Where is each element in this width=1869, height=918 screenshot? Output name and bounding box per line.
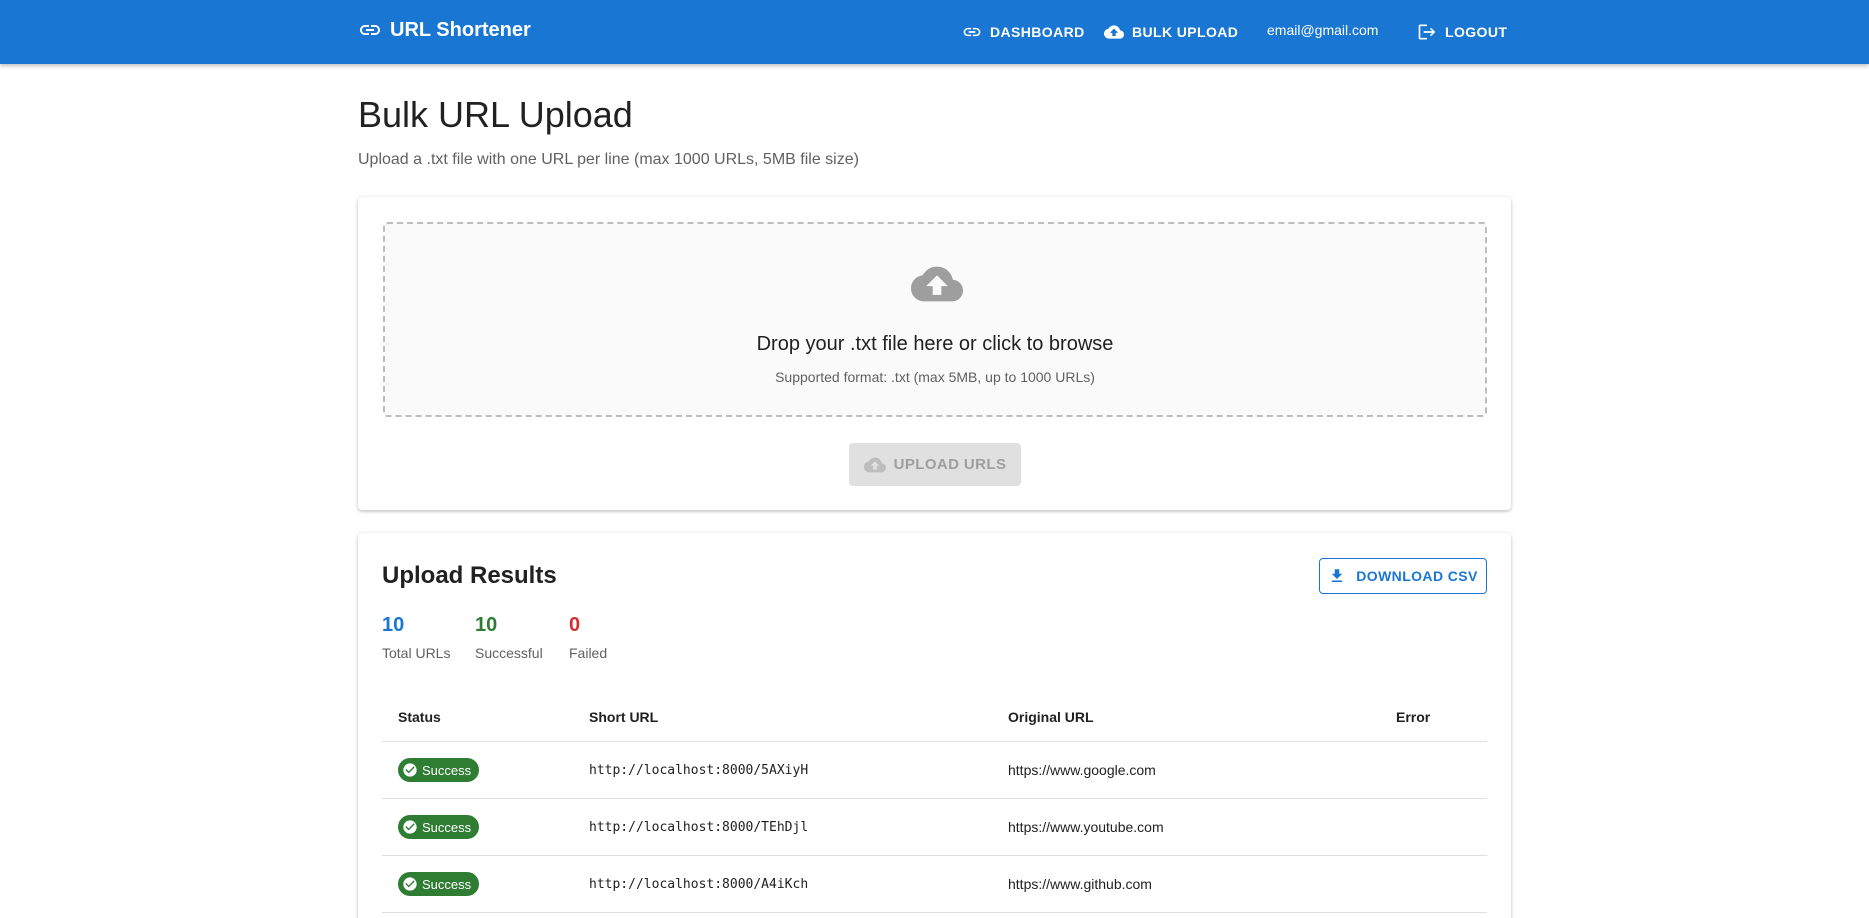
stat-total: 10 Total URLs [382,614,450,661]
status-label: Success [422,819,472,835]
brand[interactable]: URL Shortener [358,18,531,42]
status-badge: Success [398,872,480,896]
results-title: Upload Results [382,562,557,589]
status-badge: Success [398,758,480,782]
upload-urls-label: UPLOAD URLS [893,456,1007,473]
file-dropzone[interactable]: Drop your .txt file here or click to bro… [383,222,1487,417]
logout-icon [1418,24,1436,40]
stat-failed: 0 Failed [569,614,607,661]
stat-failed-label: Failed [569,645,608,661]
column-error: Error [1396,709,1431,725]
nav-dashboard-button[interactable]: DASHBOARD [962,0,1085,64]
table-row: Success http://localhost:8000/A4iKch htt… [382,856,1487,913]
table-row: Success http://localhost:8000/TEhDjl htt… [382,799,1487,856]
short-url-link[interactable]: http://localhost:8000/5AXiyH [589,742,808,799]
cloud-upload-icon [1104,25,1124,39]
table-row: Success http://localhost:8000/5AXiyH htt… [382,742,1487,799]
logout-label: LOGOUT [1445,24,1508,40]
original-url: https://www.github.com [1008,876,1152,892]
logout-button[interactable]: LOGOUT [1417,0,1507,64]
stat-total-label: Total URLs [382,645,451,661]
short-url-link[interactable]: http://localhost:8000/A4iKch [589,856,808,913]
user-email: email@gmail.com [1267,22,1379,38]
column-short-url: Short URL [589,709,659,725]
cloud-upload-icon [911,266,963,302]
original-url: https://www.youtube.com [1008,819,1164,835]
upload-urls-button[interactable]: UPLOAD URLS [849,443,1021,486]
status-label: Success [422,762,472,778]
app-bar: URL Shortener DASHBOARD BULK UPLOAD emai… [0,0,1869,64]
results-card: Upload Results DOWNLOAD CSV 10 Total URL… [358,533,1511,918]
stat-successful: 10 Successful [475,614,543,661]
cloud-upload-icon [863,457,886,472]
app-title: URL Shortener [390,18,531,41]
check-circle-icon [403,763,417,777]
dropzone-title: Drop your .txt file here or click to bro… [756,333,1114,355]
check-circle-icon [403,877,417,891]
nav-dashboard-label: DASHBOARD [990,24,1085,40]
table-header: Status Short URL Original URL Error [382,692,1487,742]
stat-successful-value: 10 [475,614,498,636]
check-circle-icon [403,820,417,834]
page-title: Bulk URL Upload [358,94,633,135]
upload-card: Drop your .txt file here or click to bro… [358,197,1511,510]
download-csv-button[interactable]: DOWNLOAD CSV [1319,558,1487,594]
original-url: https://www.google.com [1008,762,1156,778]
download-csv-label: DOWNLOAD CSV [1356,568,1478,584]
nav-bulk-upload-label: BULK UPLOAD [1132,24,1239,40]
status-badge: Success [398,815,480,839]
column-status: Status [398,709,441,725]
link-icon [963,27,981,37]
stat-failed-value: 0 [569,614,581,636]
column-original-url: Original URL [1008,709,1094,725]
results-table: Status Short URL Original URL Error Succ… [382,692,1487,913]
dropzone-subtitle: Supported format: .txt (max 5MB, up to 1… [775,369,1095,385]
stat-total-value: 10 [382,614,405,636]
status-label: Success [422,876,472,892]
stat-successful-label: Successful [475,645,543,661]
page-subtitle: Upload a .txt file with one URL per line… [358,151,859,168]
link-icon [360,25,380,35]
nav-bulk-upload-button[interactable]: BULK UPLOAD [1104,0,1238,64]
download-icon [1332,569,1343,582]
short-url-link[interactable]: http://localhost:8000/TEhDjl [589,799,808,856]
